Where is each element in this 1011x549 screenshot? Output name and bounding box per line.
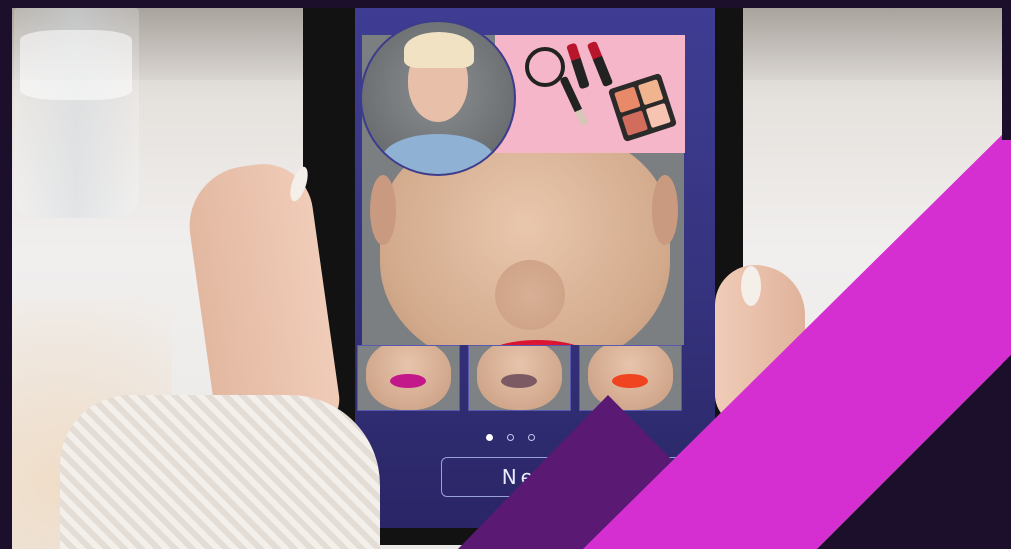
scene: Next (0, 0, 1011, 549)
top-frame (0, 0, 1011, 8)
decorative-stripes (0, 0, 1011, 549)
right-frame (1002, 0, 1011, 140)
left-frame (0, 0, 12, 549)
